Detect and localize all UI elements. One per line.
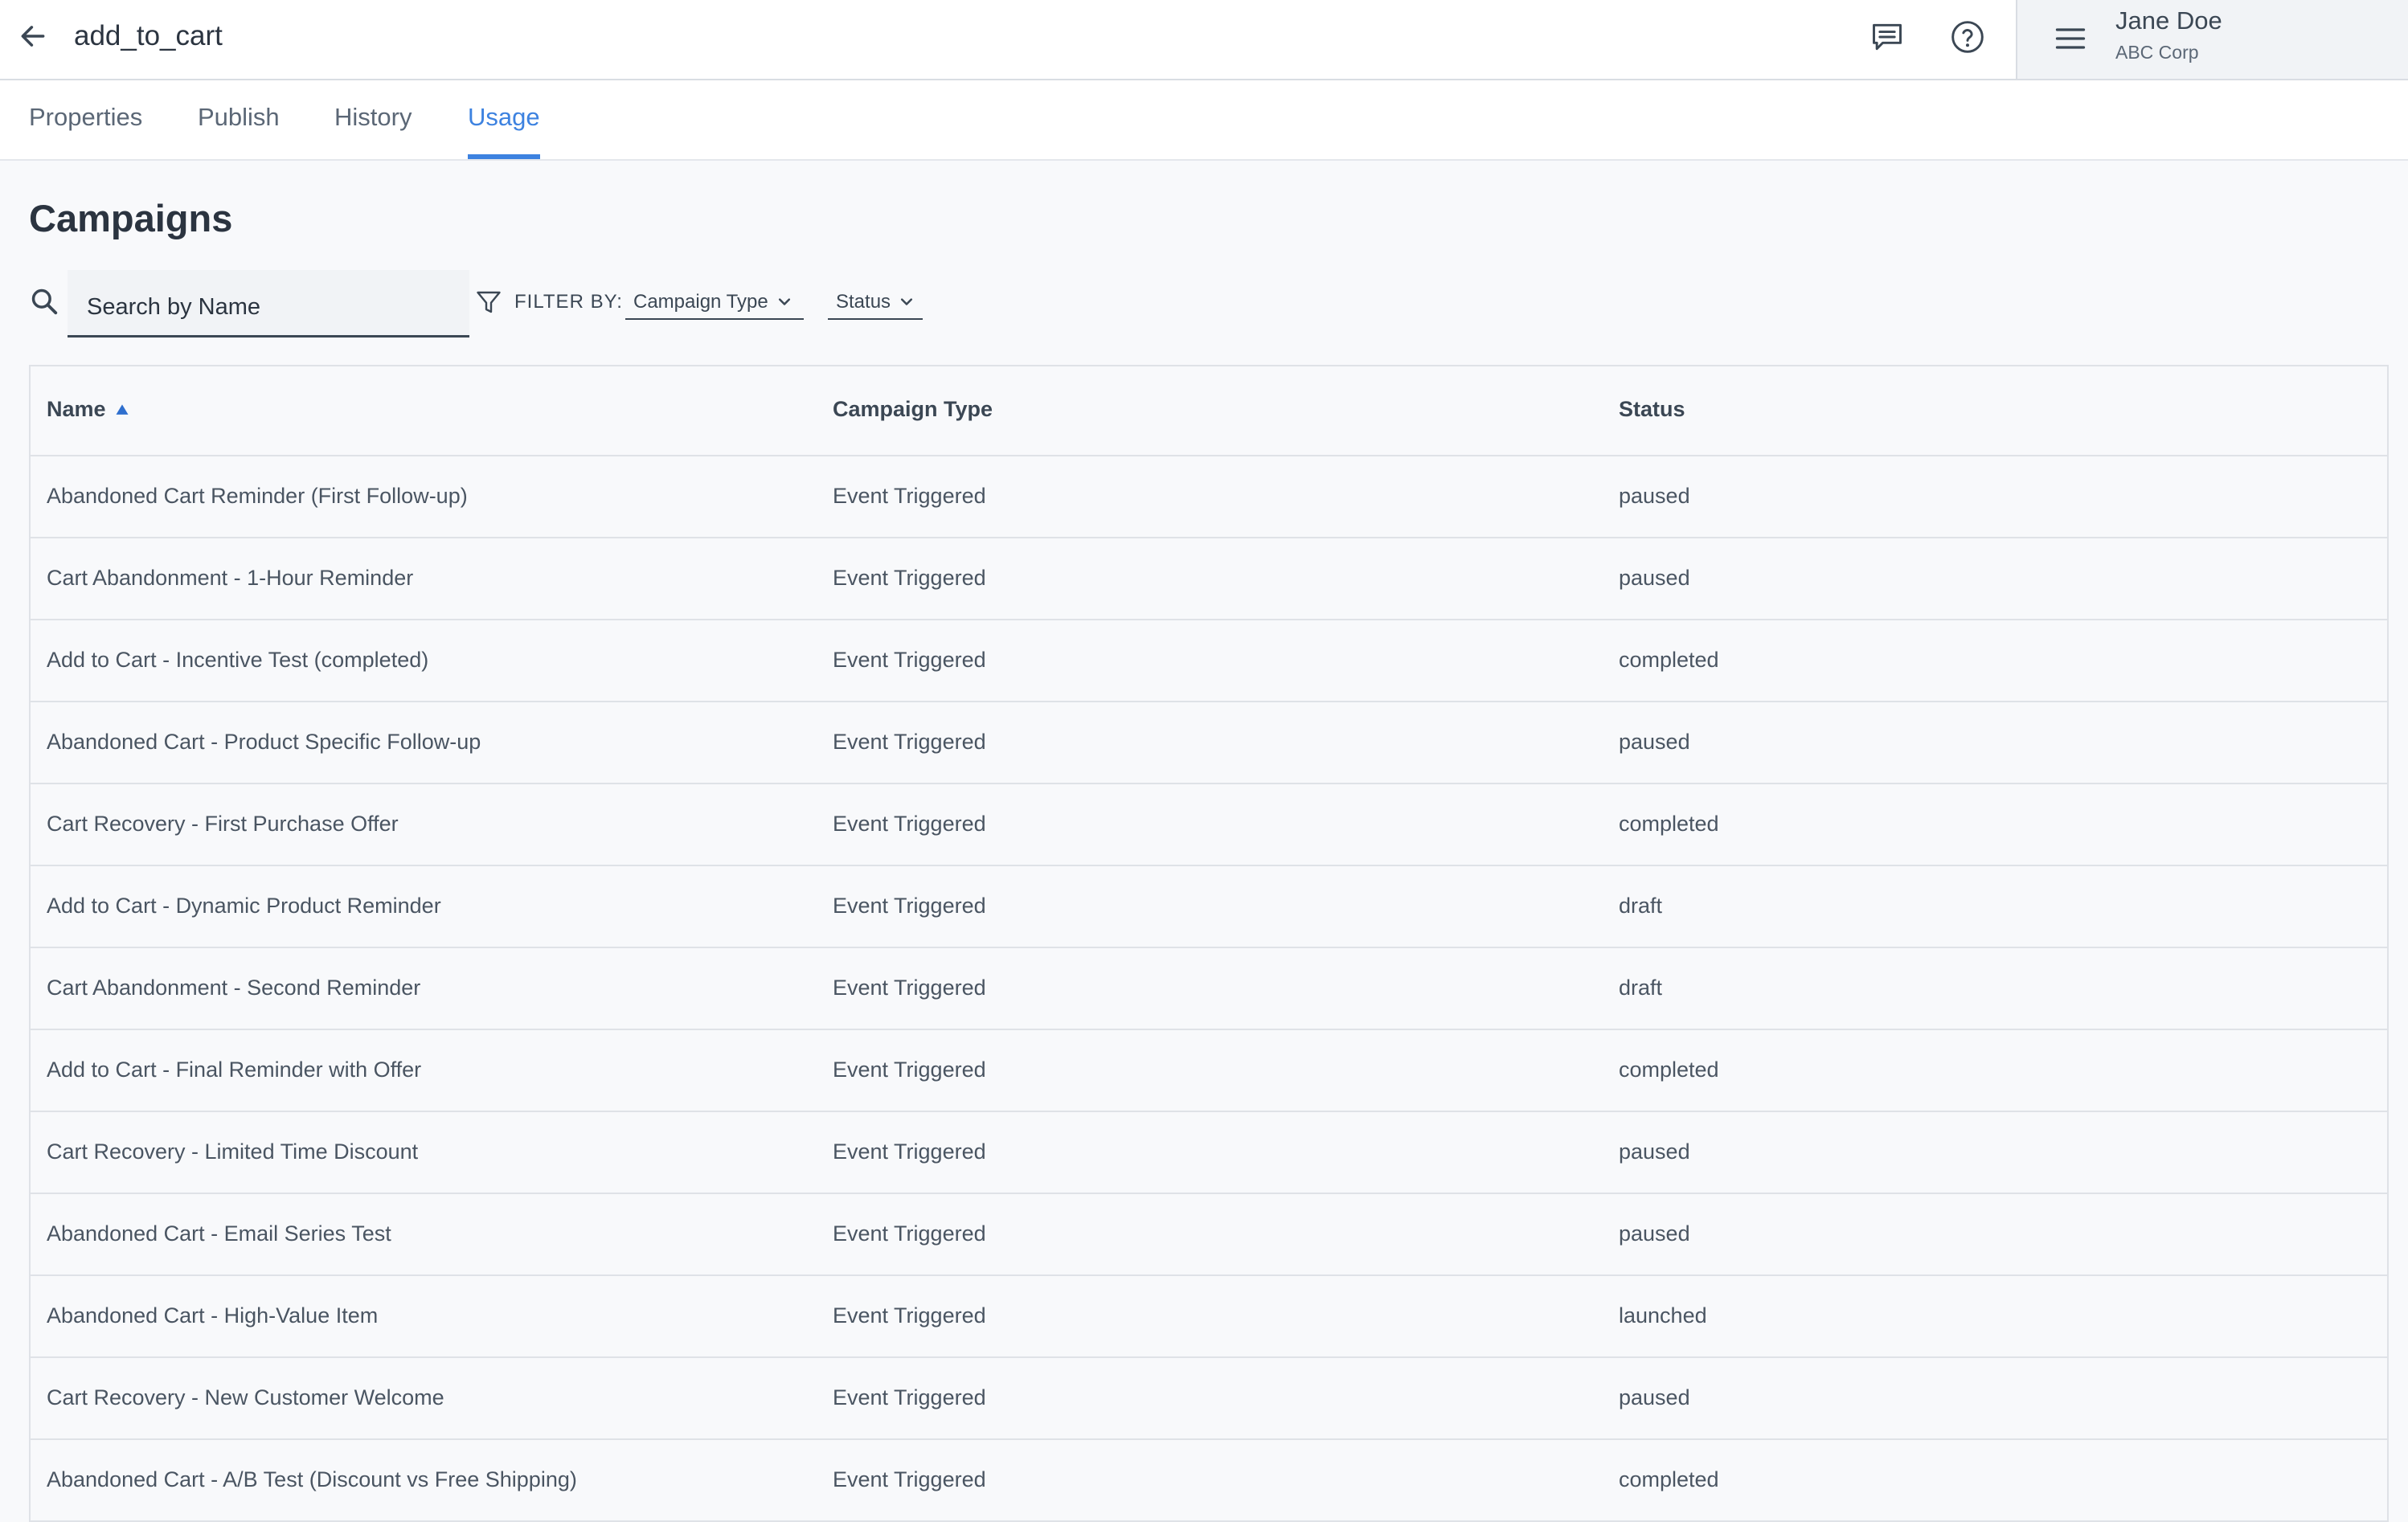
campaign-status-cell: paused xyxy=(1619,1221,1690,1246)
column-header-name-label: Name xyxy=(47,397,106,421)
campaign-name-cell: Cart Abandonment - 1-Hour Reminder xyxy=(47,566,414,590)
table-row[interactable]: Abandoned Cart - Email Series Test Event … xyxy=(31,1194,2387,1276)
campaign-status-cell: paused xyxy=(1619,730,1690,754)
table-row[interactable]: Abandoned Cart - Product Specific Follow… xyxy=(31,702,2387,784)
campaign-type-cell: Event Triggered xyxy=(833,812,986,836)
search-icon xyxy=(29,286,59,317)
table-body: Abandoned Cart Reminder (First Follow-up… xyxy=(31,456,2387,1520)
campaign-status-cell: paused xyxy=(1619,484,1690,508)
tab-bar: Properties Publish History Usage xyxy=(0,80,2408,161)
back-button[interactable] xyxy=(14,18,51,55)
campaign-name-cell: Abandoned Cart - High-Value Item xyxy=(47,1303,379,1328)
campaign-name-cell: Add to Cart - Dynamic Product Reminder xyxy=(47,894,441,918)
campaign-status-cell: paused xyxy=(1619,566,1690,590)
table-row[interactable]: Add to Cart - Dynamic Product Reminder Ev… xyxy=(31,866,2387,948)
comment-icon xyxy=(1873,23,1902,51)
help-button[interactable] xyxy=(1947,16,1988,58)
tab-usage[interactable]: Usage xyxy=(468,103,540,159)
user-panel[interactable]: Jane Doe ABC Corp xyxy=(2016,0,2408,79)
campaign-type-cell: Event Triggered xyxy=(833,648,986,672)
campaign-type-cell: Event Triggered xyxy=(833,484,986,508)
table-row[interactable]: Cart Abandonment - 1-Hour Reminder Event … xyxy=(31,538,2387,620)
tab-history[interactable]: History xyxy=(334,103,412,159)
table-row[interactable]: Cart Abandonment - Second Reminder Event … xyxy=(31,948,2387,1030)
search-input[interactable] xyxy=(68,270,469,338)
campaign-type-cell: Event Triggered xyxy=(833,1221,986,1246)
campaign-status-cell: completed xyxy=(1619,1058,1719,1082)
user-name: Jane Doe xyxy=(2115,6,2222,35)
table-row[interactable]: Cart Recovery - Limited Time Discount Eve… xyxy=(31,1112,2387,1194)
table-row[interactable]: Cart Recovery - First Purchase Offer Even… xyxy=(31,784,2387,866)
campaign-status-cell: completed xyxy=(1619,648,1719,672)
campaign-name-cell: Add to Cart - Incentive Test (completed) xyxy=(47,648,429,672)
table-row[interactable]: Add to Cart - Final Reminder with Offer E… xyxy=(31,1030,2387,1112)
page-header-title: add_to_cart xyxy=(74,20,223,51)
table-row[interactable]: Abandoned Cart - High-Value Item Event Tr… xyxy=(31,1276,2387,1358)
campaign-status-cell: draft xyxy=(1619,894,1663,918)
filter-label: FILTER BY: xyxy=(514,291,623,313)
top-bar: add_to_cart Jane Doe ABC Corp xyxy=(0,0,2408,80)
campaign-type-cell: Event Triggered xyxy=(833,1385,986,1409)
campaign-name-cell: Cart Recovery - New Customer Welcome xyxy=(47,1385,444,1409)
column-header-name[interactable]: Name xyxy=(47,397,130,422)
campaign-name-cell: Abandoned Cart Reminder (First Follow-up… xyxy=(47,484,468,508)
campaign-status-cell: launched xyxy=(1619,1303,1707,1328)
campaign-status-cell: completed xyxy=(1619,812,1719,836)
sort-ascending-icon xyxy=(116,403,129,415)
campaign-name-cell: Abandoned Cart - Email Series Test xyxy=(47,1221,391,1246)
menu-button[interactable] xyxy=(2050,18,2091,59)
table-row[interactable]: Abandoned Cart - A/B Test (Discount vs F… xyxy=(31,1440,2387,1520)
campaign-type-cell: Event Triggered xyxy=(833,894,986,918)
status-filter-label: Status xyxy=(836,291,891,313)
campaign-name-cell: Abandoned Cart - Product Specific Follow… xyxy=(47,730,481,754)
campaign-name-cell: Abandoned Cart - A/B Test (Discount vs F… xyxy=(47,1467,577,1491)
campaign-type-cell: Event Triggered xyxy=(833,1058,986,1082)
table-row[interactable]: Abandoned Cart Reminder (First Follow-up… xyxy=(31,456,2387,538)
column-header-campaign-type[interactable]: Campaign Type xyxy=(833,397,993,422)
table-row[interactable]: Cart Recovery - New Customer Welcome Even… xyxy=(31,1358,2387,1440)
campaign-status-cell: paused xyxy=(1619,1385,1690,1409)
status-filter-dropdown[interactable]: Status xyxy=(828,286,923,320)
campaign-status-cell: completed xyxy=(1619,1467,1719,1491)
help-icon xyxy=(1951,21,1984,53)
campaign-name-cell: Cart Abandonment - Second Reminder xyxy=(47,976,421,1000)
user-org: ABC Corp xyxy=(2115,42,2199,63)
campaign-name-cell: Add to Cart - Final Reminder with Offer xyxy=(47,1058,422,1082)
tab-publish[interactable]: Publish xyxy=(198,103,280,159)
campaign-type-cell: Event Triggered xyxy=(833,566,986,590)
campaign-type-cell: Event Triggered xyxy=(833,730,986,754)
table-header: Name Campaign Type Status xyxy=(31,366,2387,456)
chevron-down-icon xyxy=(778,298,790,305)
campaign-type-filter-label: Campaign Type xyxy=(633,291,768,313)
campaign-type-cell: Event Triggered xyxy=(833,1303,986,1328)
chevron-down-icon xyxy=(900,298,913,305)
table-row[interactable]: Add to Cart - Incentive Test (completed)… xyxy=(31,620,2387,702)
campaign-name-cell: Cart Recovery - First Purchase Offer xyxy=(47,812,399,836)
comment-button[interactable] xyxy=(1866,16,1908,58)
hamburger-menu-icon xyxy=(2055,28,2086,49)
filter-icon xyxy=(474,288,503,317)
column-header-status[interactable]: Status xyxy=(1619,397,1685,422)
campaign-type-cell: Event Triggered xyxy=(833,1467,986,1491)
campaign-type-filter-dropdown[interactable]: Campaign Type xyxy=(625,286,804,320)
campaign-name-cell: Cart Recovery - Limited Time Discount xyxy=(47,1139,419,1164)
arrow-left-icon xyxy=(21,26,45,47)
campaign-type-cell: Event Triggered xyxy=(833,1139,986,1164)
tab-properties[interactable]: Properties xyxy=(29,103,142,159)
page-title: Campaigns xyxy=(29,197,233,239)
campaign-status-cell: paused xyxy=(1619,1139,1690,1164)
campaigns-table: Name Campaign Type Status Abandoned Cart… xyxy=(29,365,2389,1522)
campaign-status-cell: draft xyxy=(1619,976,1663,1000)
campaign-type-cell: Event Triggered xyxy=(833,976,986,1000)
